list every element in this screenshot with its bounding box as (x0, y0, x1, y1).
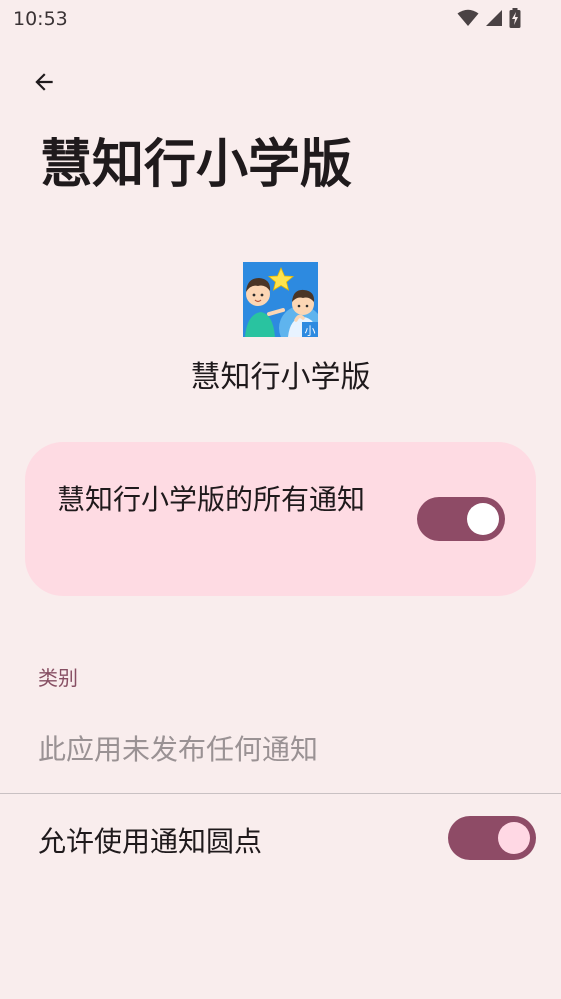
page-title: 慧知行小学版 (40, 135, 353, 195)
all-notifications-toggle[interactable] (417, 497, 505, 541)
all-notifications-label: 慧知行小学版的所有通知 (57, 483, 366, 516)
app-icon-badge: 小 (305, 325, 316, 338)
toggle-knob (498, 822, 530, 854)
categories-section-label: 类别 (38, 666, 78, 690)
notification-dot-label: 允许使用通知圆点 (38, 825, 263, 858)
status-bar: 10:53 (0, 0, 561, 40)
wifi-icon (457, 9, 479, 26)
toggle-knob (467, 503, 499, 535)
app-icon: 小 (243, 262, 318, 337)
app-notification-settings-screen: 10:53 慧知行小学版 小 慧知行小学版 慧知行小学版的所有通知 类别 此应用… (0, 0, 561, 999)
categories-empty-text: 此应用未发布任何通知 (38, 733, 319, 766)
battery-charging-icon (509, 8, 521, 28)
app-name: 慧知行小学版 (190, 360, 371, 395)
status-time: 10:53 (13, 8, 68, 30)
all-notifications-switch-card[interactable]: 慧知行小学版的所有通知 (25, 442, 536, 596)
arrow-back-icon (35, 73, 53, 91)
cell-signal-icon (486, 10, 502, 26)
notification-dot-toggle[interactable] (448, 816, 536, 860)
status-icons (457, 8, 521, 28)
notification-dot-row[interactable]: 允许使用通知圆点 (0, 794, 561, 884)
back-button[interactable] (22, 60, 66, 104)
